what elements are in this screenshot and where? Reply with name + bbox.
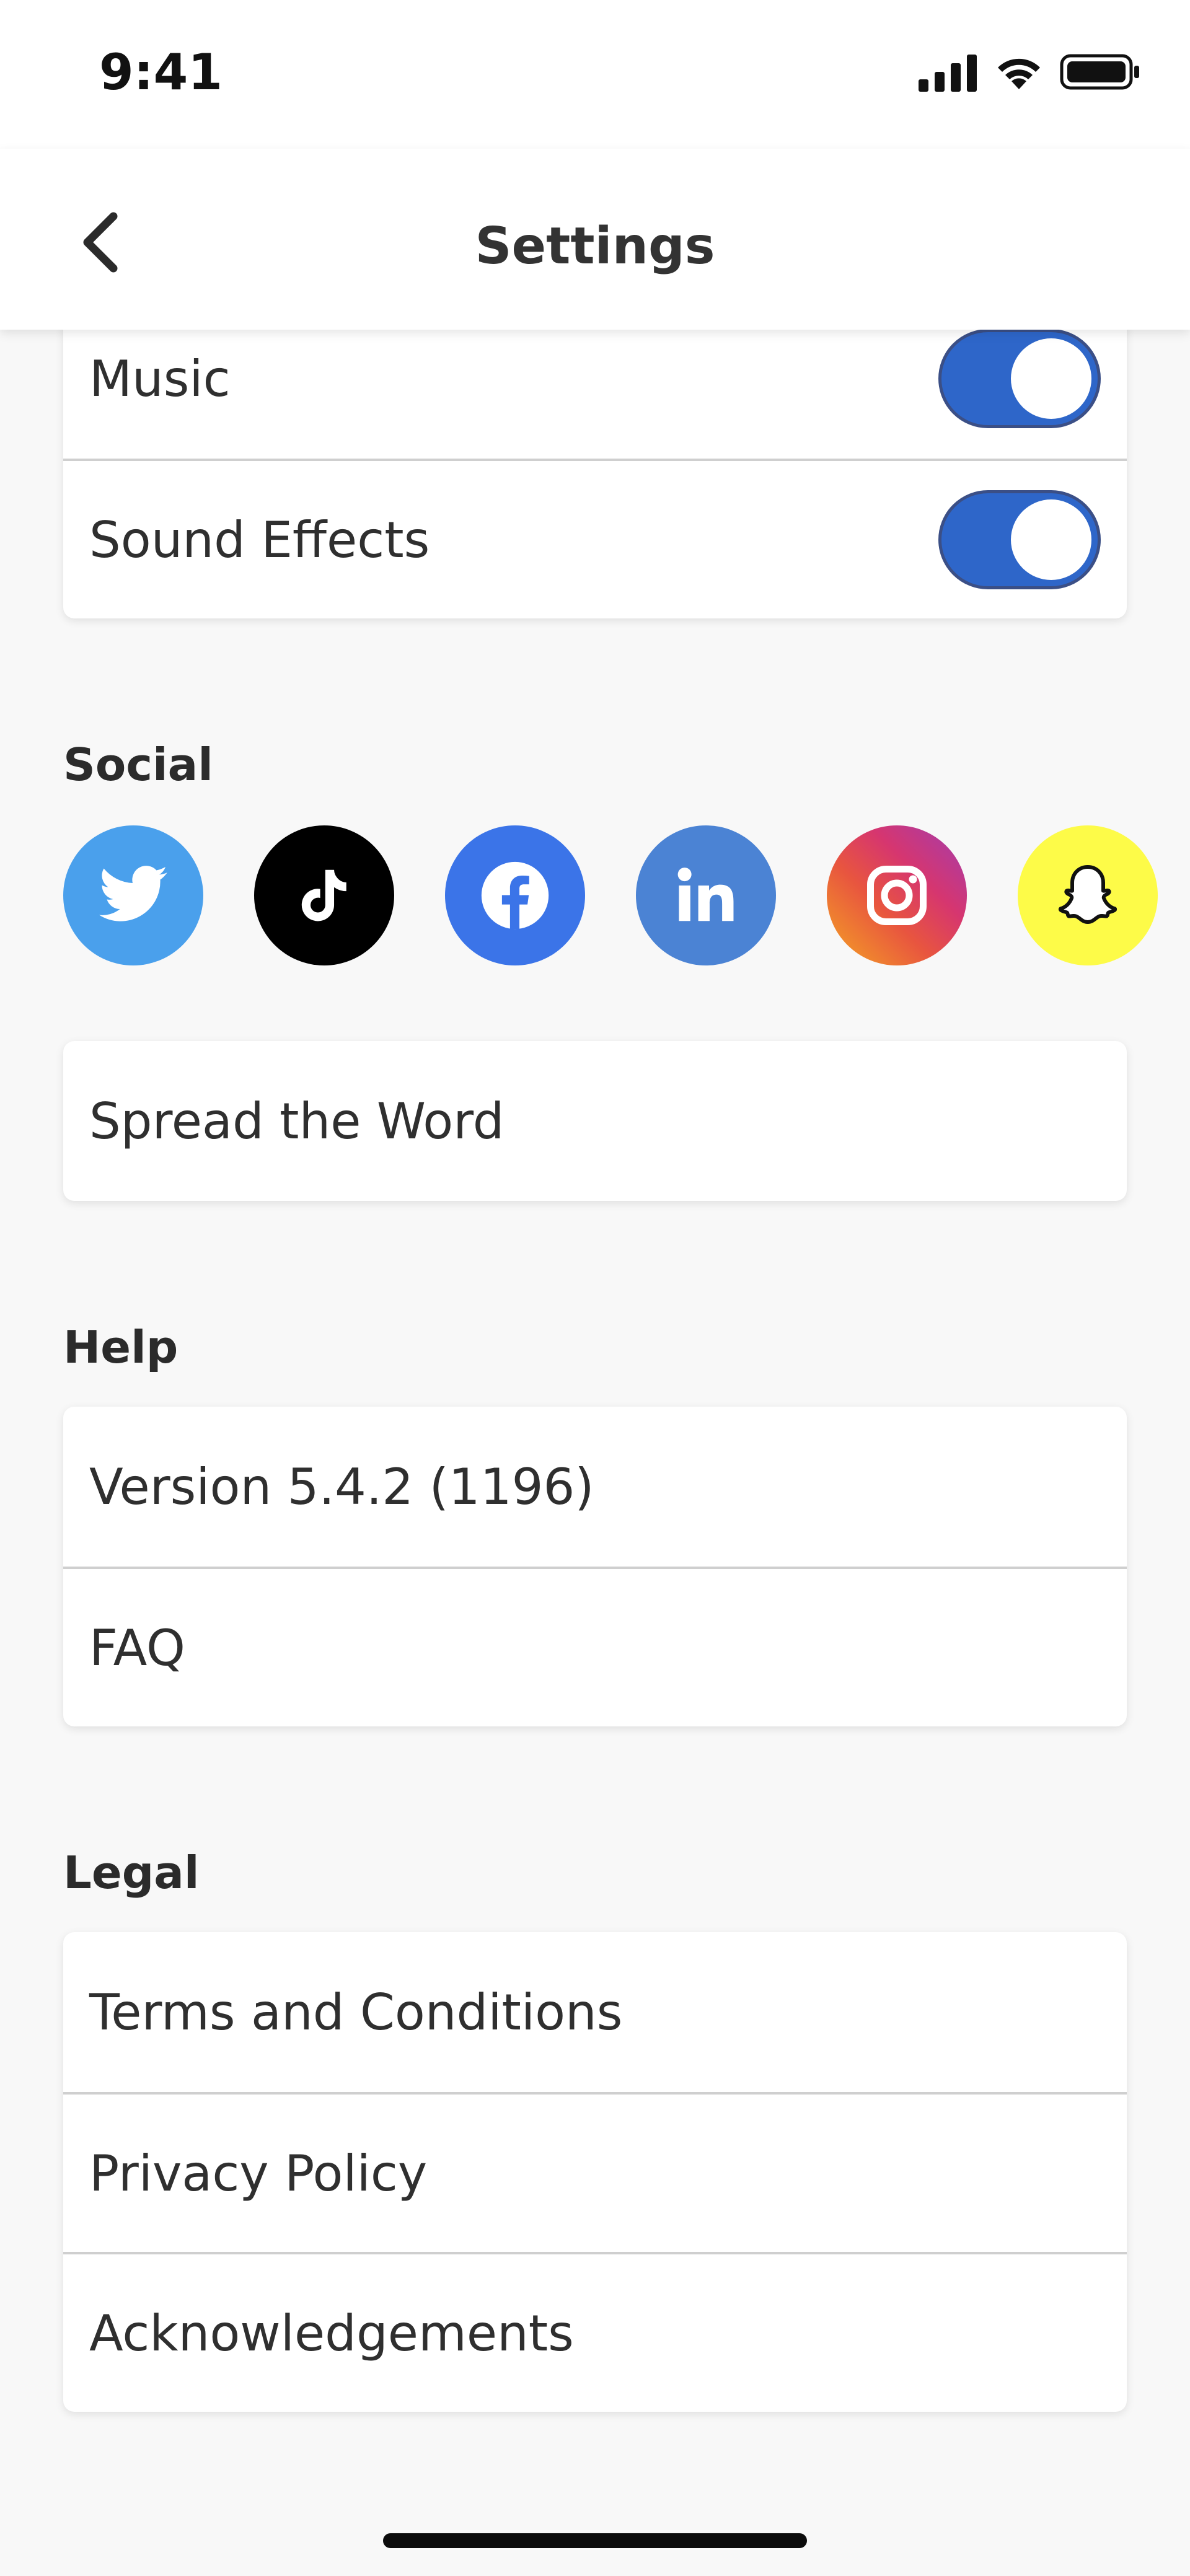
status-bar: 9:41 xyxy=(0,0,1190,149)
twitter-button[interactable] xyxy=(63,825,203,965)
page-title: Settings xyxy=(475,217,715,276)
acknowledgements-row[interactable]: Acknowledgements xyxy=(63,2252,1127,2412)
status-icons xyxy=(919,52,1140,92)
twitter-icon xyxy=(99,866,167,921)
cellular-signal-icon xyxy=(919,55,977,92)
legal-section-title: Legal xyxy=(63,1847,200,1899)
toggle-knob xyxy=(1011,499,1091,580)
snapchat-button[interactable] xyxy=(1018,825,1158,965)
status-time: 9:41 xyxy=(99,43,223,101)
snapchat-icon xyxy=(1058,865,1117,924)
facebook-icon xyxy=(481,861,549,930)
spread-the-word-card: Spread the Word xyxy=(63,1041,1127,1201)
music-toggle[interactable] xyxy=(938,329,1101,428)
social-section-title: Social xyxy=(63,739,213,791)
faq-label: FAQ xyxy=(89,1619,185,1677)
facebook-button[interactable] xyxy=(445,825,585,965)
instagram-button[interactable] xyxy=(827,825,967,965)
music-label: Music xyxy=(89,349,231,408)
linkedin-icon xyxy=(677,868,734,921)
privacy-policy-row[interactable]: Privacy Policy xyxy=(63,2092,1127,2252)
help-card: Version 5.4.2 (1196) FAQ xyxy=(63,1407,1127,1726)
linkedin-button[interactable] xyxy=(636,825,776,965)
sound-effects-toggle[interactable] xyxy=(938,490,1101,589)
spread-the-word-row[interactable]: Spread the Word xyxy=(63,1041,1127,1201)
battery-icon xyxy=(1060,54,1139,90)
sound-effects-label: Sound Effects xyxy=(89,511,430,569)
sound-effects-row: Sound Effects xyxy=(63,459,1127,618)
terms-row[interactable]: Terms and Conditions xyxy=(63,1932,1127,2092)
acknowledgements-label: Acknowledgements xyxy=(89,2304,574,2362)
home-indicator xyxy=(383,2533,807,2548)
privacy-policy-label: Privacy Policy xyxy=(89,2144,428,2202)
instagram-icon xyxy=(867,866,927,925)
tiktok-icon xyxy=(301,869,346,921)
terms-label: Terms and Conditions xyxy=(89,1983,623,2041)
version-row: Version 5.4.2 (1196) xyxy=(63,1407,1127,1567)
faq-row[interactable]: FAQ xyxy=(63,1567,1127,1726)
version-label: Version 5.4.2 (1196) xyxy=(89,1457,594,1516)
tiktok-button[interactable] xyxy=(254,825,394,965)
help-section-title: Help xyxy=(63,1321,178,1373)
social-icons-row xyxy=(63,825,1158,965)
navigation-bar: Settings xyxy=(0,149,1190,330)
toggle-knob xyxy=(1011,338,1091,419)
legal-card: Terms and Conditions Privacy Policy Ackn… xyxy=(63,1932,1127,2412)
sound-card: Music Sound Effects xyxy=(63,299,1127,618)
spread-the-word-label: Spread the Word xyxy=(89,1092,505,1150)
wifi-icon xyxy=(998,58,1040,89)
